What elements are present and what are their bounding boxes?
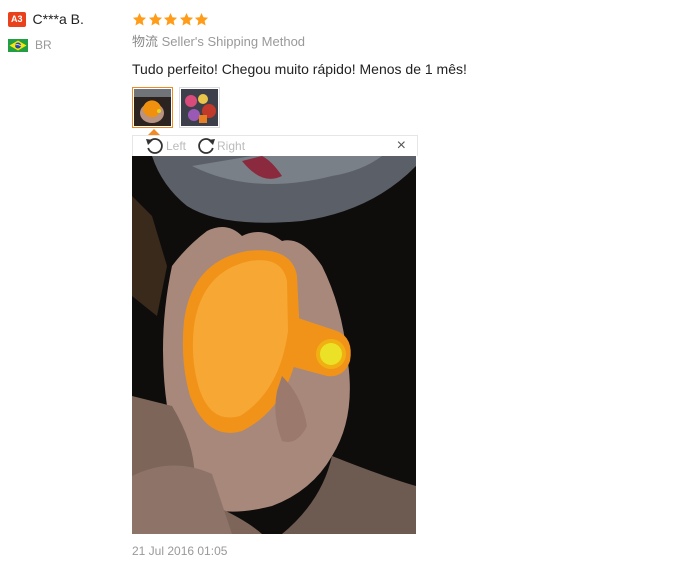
star-rating	[132, 10, 692, 28]
photo-thumbnails	[132, 87, 692, 128]
rotate-left-icon	[146, 138, 163, 154]
photo-thumbnail-2[interactable]	[179, 87, 220, 128]
brazil-flag-icon	[8, 38, 28, 52]
rotate-right-icon	[198, 138, 216, 154]
reviewer-row: A3 C***a B.	[8, 10, 118, 28]
buyer-level-badge: A3	[8, 11, 26, 27]
star-icon	[163, 12, 178, 25]
close-icon[interactable]: ×	[397, 138, 406, 154]
country-code: BR	[35, 38, 52, 52]
review-comment: Tudo perfeito! Chegou muito rápido! Meno…	[132, 61, 467, 77]
viewer-toolbar: Left Right ×	[132, 135, 418, 156]
shipping-method: Seller's Shipping Method	[161, 34, 306, 49]
rotate-left-button[interactable]: Left	[144, 135, 186, 157]
shipping-info: 物流 Seller's Shipping Method	[132, 33, 692, 51]
photo-viewer: Left Right ×	[132, 129, 418, 534]
review-body: 物流 Seller's Shipping Method Tudo perfeit…	[132, 10, 692, 128]
reviewer-name: C***a B.	[32, 11, 84, 27]
rotate-right-button[interactable]: Right	[195, 135, 245, 157]
star-icon	[179, 12, 193, 25]
rotate-left-label: Left	[166, 139, 187, 153]
shipping-prefix: 物流	[132, 34, 159, 49]
reviewer-country: BR	[8, 37, 118, 53]
thumbnail-image	[134, 89, 171, 126]
star-icon	[132, 12, 147, 25]
review-photo	[132, 156, 416, 534]
star-icon	[194, 12, 209, 25]
star-icon	[148, 12, 162, 25]
photo-thumbnail-1[interactable]	[132, 87, 173, 128]
rotate-right-label: Right	[217, 139, 246, 153]
thumbnail-image	[181, 89, 218, 126]
reviewer-info: A3 C***a B. BR	[8, 10, 118, 53]
review-date: 21 Jul 2016 01:05	[132, 544, 228, 558]
